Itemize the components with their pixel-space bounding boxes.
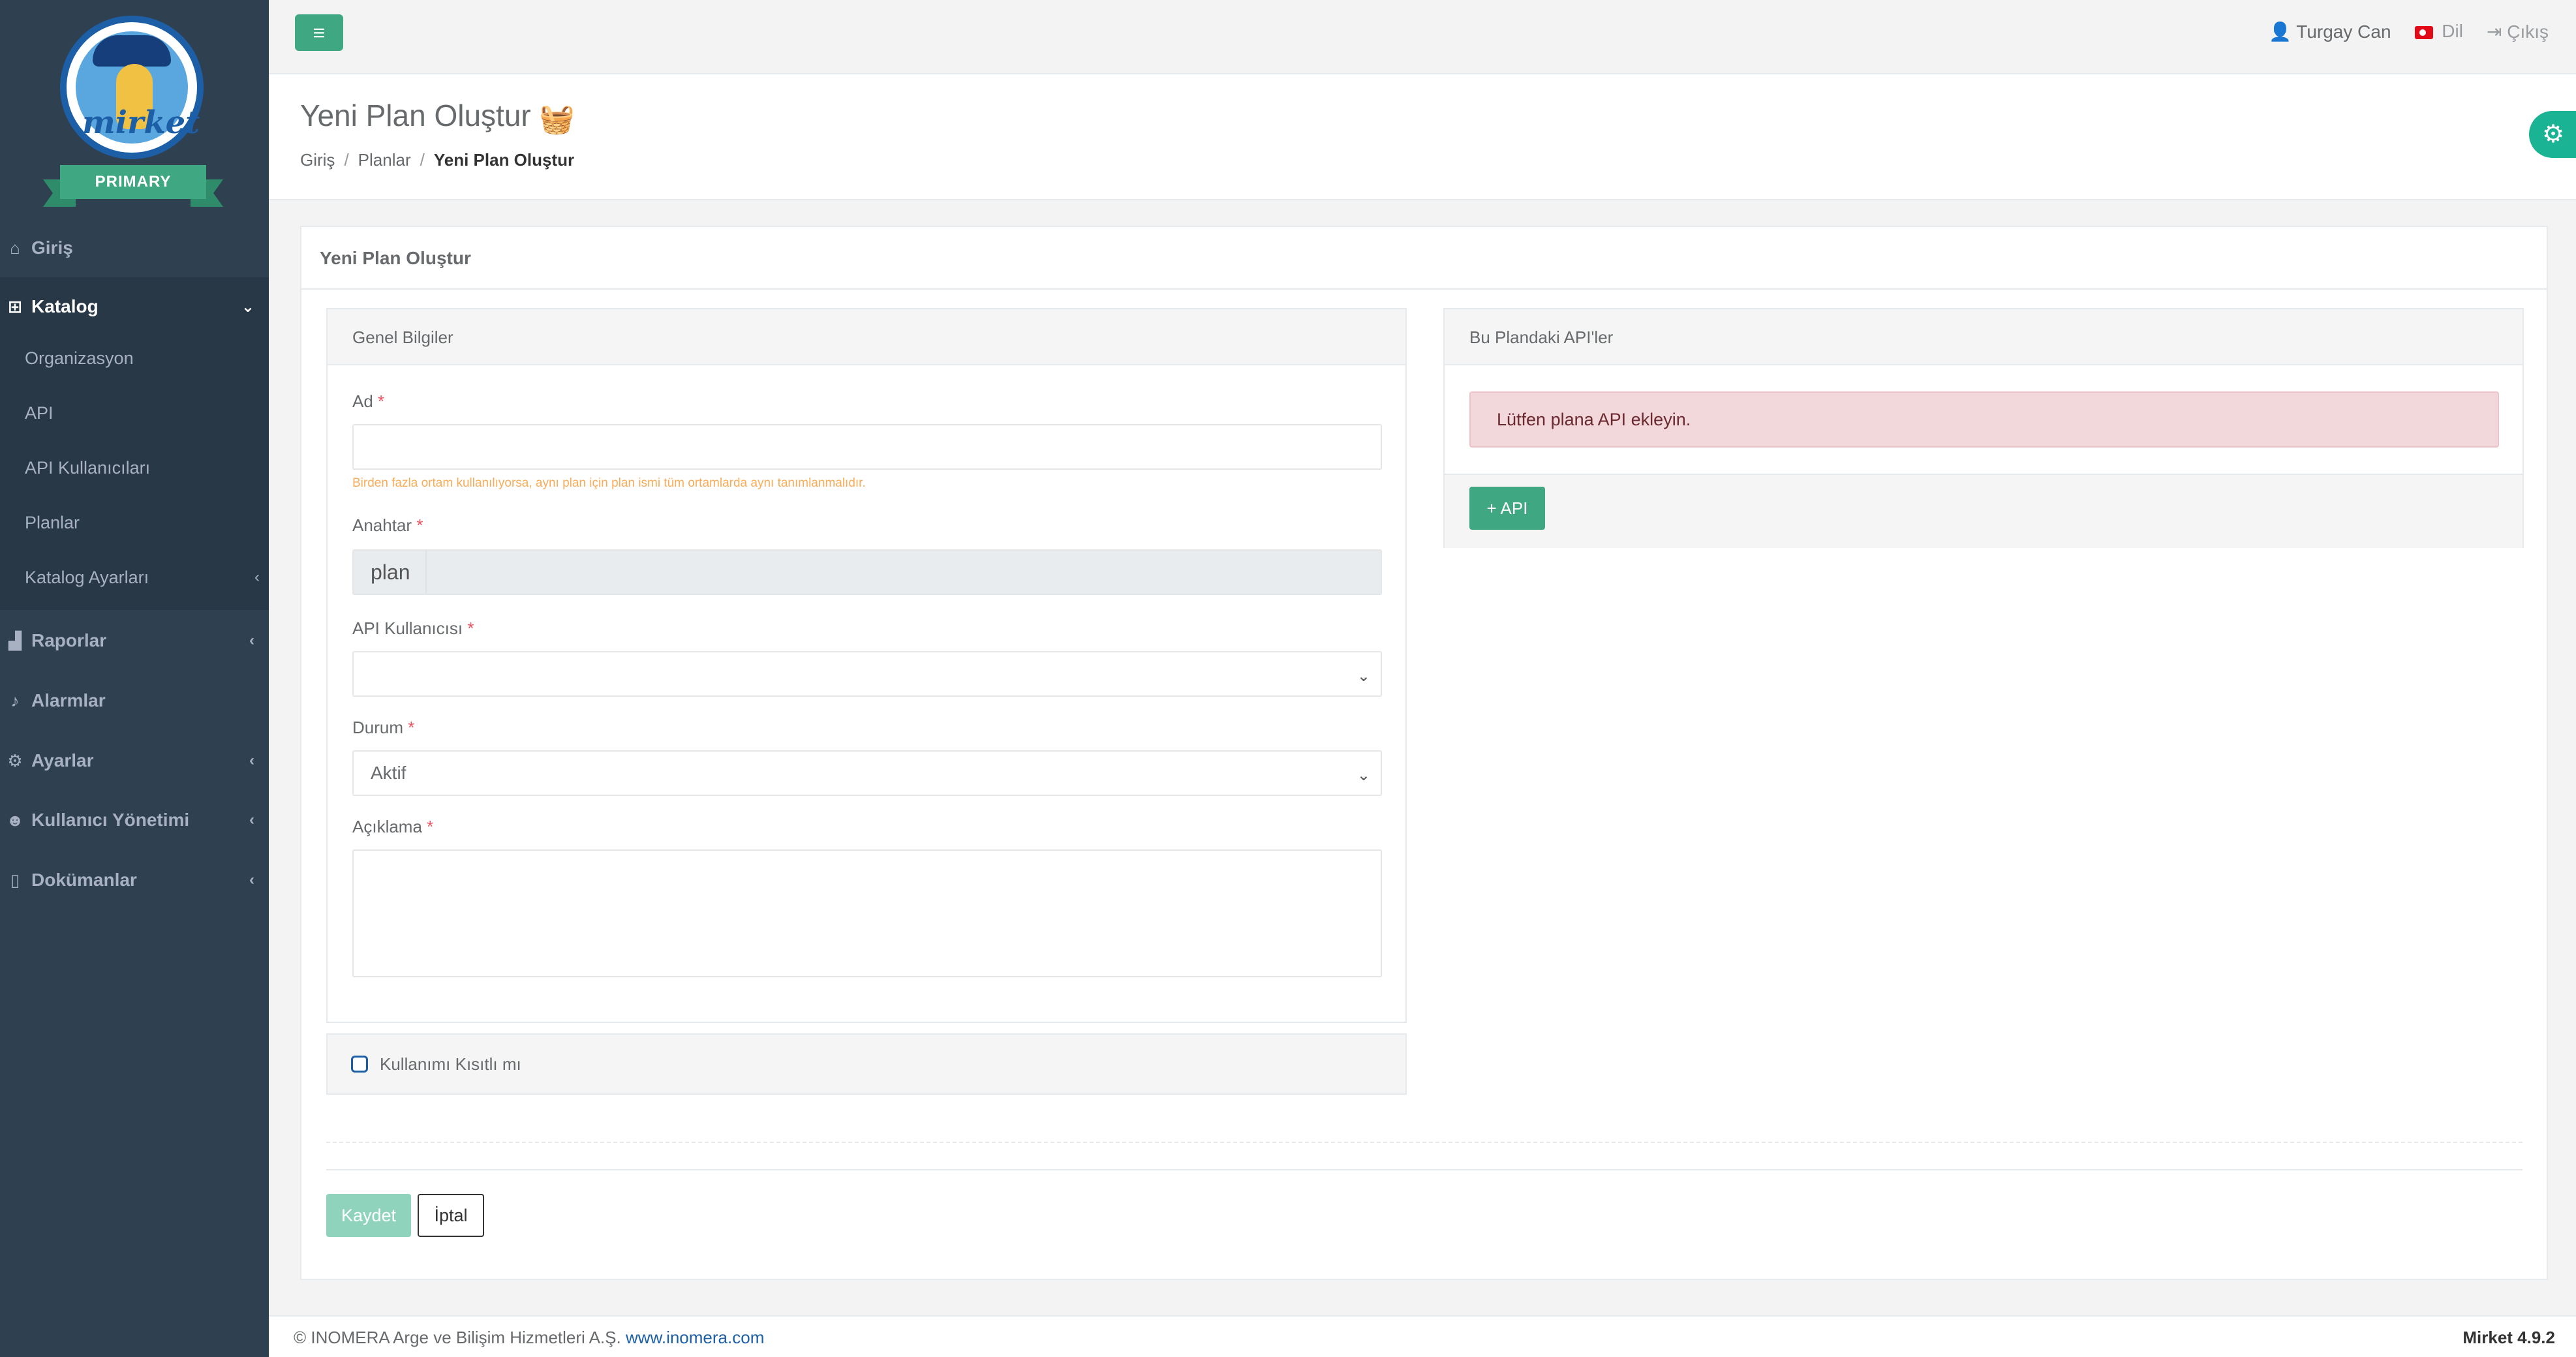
- sidebar-item-reports[interactable]: ▟ Raporlar ‹: [0, 611, 269, 670]
- sidebar-toggle-button[interactable]: ≡: [295, 14, 343, 51]
- name-label: Ad *: [352, 391, 385, 411]
- logo-text: mirket: [82, 104, 200, 141]
- add-api-button[interactable]: + API: [1469, 487, 1545, 530]
- sidebar-item-documents[interactable]: ▯ Dokümanlar ‹: [0, 851, 269, 909]
- sidebar-item-api[interactable]: API: [25, 393, 260, 433]
- plus-icon: +: [1486, 498, 1497, 518]
- panel-title: Bu Plandaki API'ler: [1445, 309, 2522, 365]
- name-input[interactable]: [352, 424, 1382, 470]
- sidebar-item-catalog-settings[interactable]: Katalog Ayarları ‹: [25, 558, 260, 597]
- top-right-links: 👤 Turgay Can Dil ⇥ Çıkış: [2269, 21, 2549, 42]
- key-input[interactable]: plan: [352, 549, 1382, 595]
- home-icon: ⌂: [10, 237, 20, 258]
- bell-icon: ♪: [10, 690, 20, 710]
- sidebar-item-home[interactable]: ⌂ Giriş: [0, 219, 269, 277]
- page-title: Yeni Plan Oluştur: [300, 99, 531, 132]
- panel-title: Genel Bilgiler: [328, 309, 1405, 365]
- api-user-label: API Kullanıcısı *: [352, 618, 474, 638]
- key-prefix: plan: [371, 560, 410, 584]
- sidebar-item-organization[interactable]: Organizasyon: [25, 339, 260, 378]
- sidebar-item-alarms[interactable]: ♪ Alarmlar: [0, 671, 269, 730]
- key-label: Anahtar *: [352, 515, 423, 535]
- chevron-left-icon: ‹: [249, 811, 254, 829]
- sitemap-icon: ⊞: [8, 296, 22, 316]
- description-label: Açıklama *: [352, 817, 434, 836]
- sidebar-item-plans[interactable]: Planlar: [25, 503, 260, 542]
- general-info-panel: Genel Bilgiler Ad * Birden fazla ortam k…: [326, 308, 1407, 1023]
- copyright-text: © INOMERA Arge ve Bilişim Hizmetleri A.Ş…: [294, 1328, 621, 1347]
- restricted-panel: Kullanımı Kısıtlı mı: [326, 1033, 1407, 1095]
- sidebar-item-api-users[interactable]: API Kullanıcıları: [25, 448, 260, 487]
- logout-link[interactable]: ⇥ Çıkış: [2487, 21, 2549, 42]
- chevron-left-icon: ‹: [249, 752, 254, 769]
- language-menu[interactable]: Dil: [2414, 21, 2463, 42]
- api-user-select[interactable]: ⌄: [352, 651, 1382, 697]
- box-title: Yeni Plan Oluştur: [301, 227, 2547, 290]
- user-menu[interactable]: 👤 Turgay Can: [2269, 21, 2391, 42]
- sidebar-item-user-management[interactable]: ☻ Kullanıcı Yönetimi ‹: [0, 791, 269, 849]
- file-icon: ▯: [10, 870, 20, 890]
- basket-icon: 🧺: [539, 103, 575, 135]
- gears-icon: ⚙: [2542, 121, 2565, 148]
- chevron-left-icon: ‹: [249, 871, 254, 889]
- logo-badge: mirket: [60, 16, 204, 159]
- chevron-down-icon: ⌄: [241, 297, 254, 316]
- police-hat-icon: [93, 35, 171, 67]
- company-link[interactable]: www.inomera.com: [626, 1328, 764, 1347]
- status-select[interactable]: Aktif ⌄: [352, 750, 1382, 796]
- users-icon: ☻: [6, 810, 24, 830]
- name-hint: Birden fazla ortam kullanılıyorsa, aynı …: [352, 476, 866, 490]
- chart-icon: ▟: [8, 630, 22, 650]
- breadcrumb-current: Yeni Plan Oluştur: [433, 150, 575, 170]
- no-api-alert: Lütfen plana API ekleyin.: [1469, 391, 2499, 448]
- save-button[interactable]: Kaydet: [326, 1194, 411, 1237]
- plan-form-box: Yeni Plan Oluştur Genel Bilgiler Ad * Bi…: [300, 226, 2548, 1280]
- chevron-down-icon: ⌄: [1357, 767, 1370, 784]
- chevron-down-icon: ⌄: [1357, 667, 1370, 685]
- sidebar-item-catalog[interactable]: ⊞ Katalog ⌄: [0, 277, 269, 336]
- cancel-button[interactable]: İptal: [418, 1194, 484, 1237]
- breadcrumb-home[interactable]: Giriş: [300, 150, 335, 170]
- bars-icon: ≡: [313, 21, 326, 44]
- breadcrumb: Giriş / Planlar / Yeni Plan Oluştur: [300, 150, 575, 170]
- description-textarea[interactable]: [352, 849, 1382, 977]
- chevron-left-icon: ‹: [254, 568, 260, 586]
- page-heading: Yeni Plan Oluştur 🧺 Giriş / Planlar / Ye…: [269, 74, 2576, 200]
- breadcrumb-plans[interactable]: Planlar: [358, 150, 411, 170]
- settings-toggle-button[interactable]: ⚙: [2529, 111, 2576, 158]
- plan-apis-panel: Bu Plandaki API'ler Lütfen plana API ekl…: [1443, 308, 2524, 548]
- environment-ribbon: PRIMARY: [60, 165, 206, 199]
- sign-out-icon: ⇥: [2486, 22, 2502, 42]
- chevron-left-icon: ‹: [249, 632, 254, 649]
- restricted-label: Kullanımı Kısıtlı mı: [380, 1054, 521, 1074]
- sidebar-item-settings[interactable]: ⚙ Ayarlar ‹: [0, 731, 269, 790]
- turkish-flag-icon: [2414, 25, 2433, 39]
- version-text: Mirket 4.9.2: [2462, 1328, 2555, 1347]
- restricted-checkbox[interactable]: [351, 1056, 368, 1073]
- sidebar: mirket PRIMARY ⌂ Giriş ⊞ Katalog ⌄ Organ…: [0, 0, 269, 1357]
- user-icon: 👤: [2269, 22, 2292, 42]
- logo[interactable]: mirket PRIMARY: [0, 0, 269, 219]
- footer: © INOMERA Arge ve Bilişim Hizmetleri A.Ş…: [269, 1315, 2576, 1357]
- top-navbar: ≡ 👤 Turgay Can Dil ⇥ Çıkış: [269, 0, 2576, 74]
- cogs-icon: ⚙: [7, 750, 23, 770]
- status-label: Durum *: [352, 718, 415, 737]
